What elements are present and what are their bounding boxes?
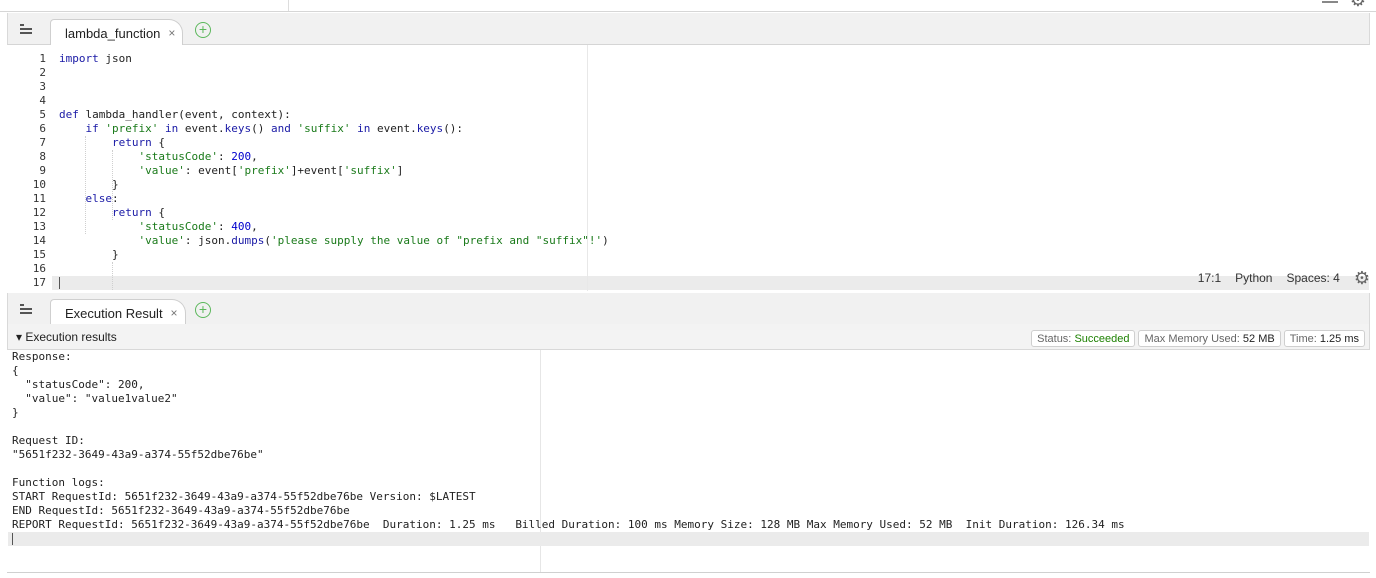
output-line: "value": "value1value2"	[12, 392, 178, 405]
output-line: Request ID:	[12, 434, 85, 447]
output-line: "statusCode": 200,	[12, 378, 145, 391]
output-line: END RequestId: 5651f232-3649-43a9-a374-5…	[12, 504, 350, 517]
line-number: 12	[32, 206, 46, 219]
code-line: }	[111, 248, 119, 261]
time-badge: Time: 1.25 ms	[1283, 330, 1365, 347]
output-line: REPORT RequestId: 5651f232-3649-43a9-a37…	[12, 518, 1125, 531]
line-number: 16	[32, 262, 46, 275]
top-panel-edge: ⚙	[0, 0, 1376, 12]
code-line: 'value': event['prefix']+event['suffix']	[138, 164, 404, 177]
cursor-position: 17:1	[1197, 271, 1222, 285]
code-line: else:	[85, 192, 119, 205]
add-tab-icon[interactable]: +	[195, 302, 211, 318]
code-line: 'statusCode': 400,	[138, 220, 258, 233]
result-badges: Status: Succeeded Max Memory Used: 52 MB…	[1031, 330, 1365, 347]
code-line: return {	[111, 136, 165, 149]
minimize-icon[interactable]	[1322, 0, 1338, 3]
print-margin	[587, 45, 588, 291]
execution-results-toggle[interactable]: ▾ Execution results	[16, 330, 117, 344]
language-mode[interactable]: Python	[1235, 271, 1272, 285]
panel-bottom-border	[7, 572, 1370, 573]
tab-lambda-function[interactable]: lambda_function ×	[50, 19, 184, 46]
line-number: 9	[39, 164, 46, 177]
output-line: Response:	[12, 350, 72, 363]
line-number: 15	[32, 248, 46, 261]
tab-label: Execution Result	[65, 306, 163, 321]
code-line: import json	[59, 52, 132, 65]
editor-status-bar: 17:1 Python Spaces: 4 ⚙	[1198, 267, 1370, 289]
indent-guide	[112, 262, 113, 290]
output-line: Function logs:	[12, 476, 105, 489]
gear-icon[interactable]: ⚙	[1350, 0, 1366, 11]
line-number-gutter: 1 2 3 4 5 6 7 8 9 10 11 12 13 14 15 16 1…	[8, 45, 52, 291]
active-line-highlight	[8, 276, 1369, 290]
execution-results-header: ▾ Execution results Status: Succeeded Ma…	[7, 324, 1370, 350]
line-number: 11	[32, 192, 46, 205]
close-icon[interactable]: ×	[171, 306, 178, 320]
code-editor[interactable]: 1 2 3 4 5 6 7 8 9 10 11 12 13 14 15 16 1…	[8, 45, 1369, 291]
code-line: 'statusCode': 200,	[138, 150, 258, 163]
line-number: 10	[32, 178, 46, 191]
line-number: 4	[39, 94, 46, 107]
output-line: "5651f232-3649-43a9-a374-55f52dbe76be"	[12, 448, 264, 461]
line-number: 1	[39, 52, 46, 65]
output-line: }	[12, 406, 19, 419]
gear-icon[interactable]: ⚙	[1354, 268, 1370, 289]
code-line: }	[111, 178, 119, 191]
line-number: 17	[32, 276, 46, 289]
memory-badge: Max Memory Used: 52 MB	[1138, 330, 1281, 347]
line-number: 6	[39, 122, 46, 135]
output-line: START RequestId: 5651f232-3649-43a9-a374…	[12, 490, 476, 503]
tab-menu-icon[interactable]	[20, 24, 32, 34]
section-title: Execution results	[25, 330, 117, 344]
text-cursor	[12, 533, 13, 545]
line-number: 8	[39, 150, 46, 163]
line-number: 3	[39, 80, 46, 93]
code-line: 'value': json.dumps('please supply the v…	[138, 234, 609, 247]
line-number: 7	[39, 136, 46, 149]
line-number: 14	[32, 234, 46, 247]
status-badge: Status: Succeeded	[1031, 330, 1136, 347]
code-line: if 'prefix' in event.keys() and 'suffix'…	[85, 122, 464, 135]
text-cursor	[59, 277, 60, 289]
results-tab-bar: Execution Result × +	[7, 293, 1370, 326]
output-line: {	[12, 364, 19, 377]
tab-execution-result[interactable]: Execution Result ×	[50, 299, 186, 326]
caret-down-icon: ▾	[16, 330, 23, 344]
line-number: 5	[39, 108, 46, 121]
editor-tab-bar: lambda_function × +	[7, 13, 1370, 46]
indent-setting[interactable]: Spaces: 4	[1286, 271, 1339, 285]
code-line: def lambda_handler(event, context):	[59, 108, 291, 121]
line-number: 13	[32, 220, 46, 233]
panel-divider	[288, 0, 289, 11]
tab-label: lambda_function	[65, 26, 161, 41]
close-icon[interactable]: ×	[168, 26, 175, 40]
tab-menu-icon[interactable]	[20, 304, 32, 314]
execution-output[interactable]: Response: { "statusCode": 200, "value": …	[8, 350, 1369, 572]
add-tab-icon[interactable]: +	[195, 22, 211, 38]
code-line: return {	[111, 206, 165, 219]
line-number: 2	[39, 66, 46, 79]
active-line-highlight	[8, 532, 1369, 546]
